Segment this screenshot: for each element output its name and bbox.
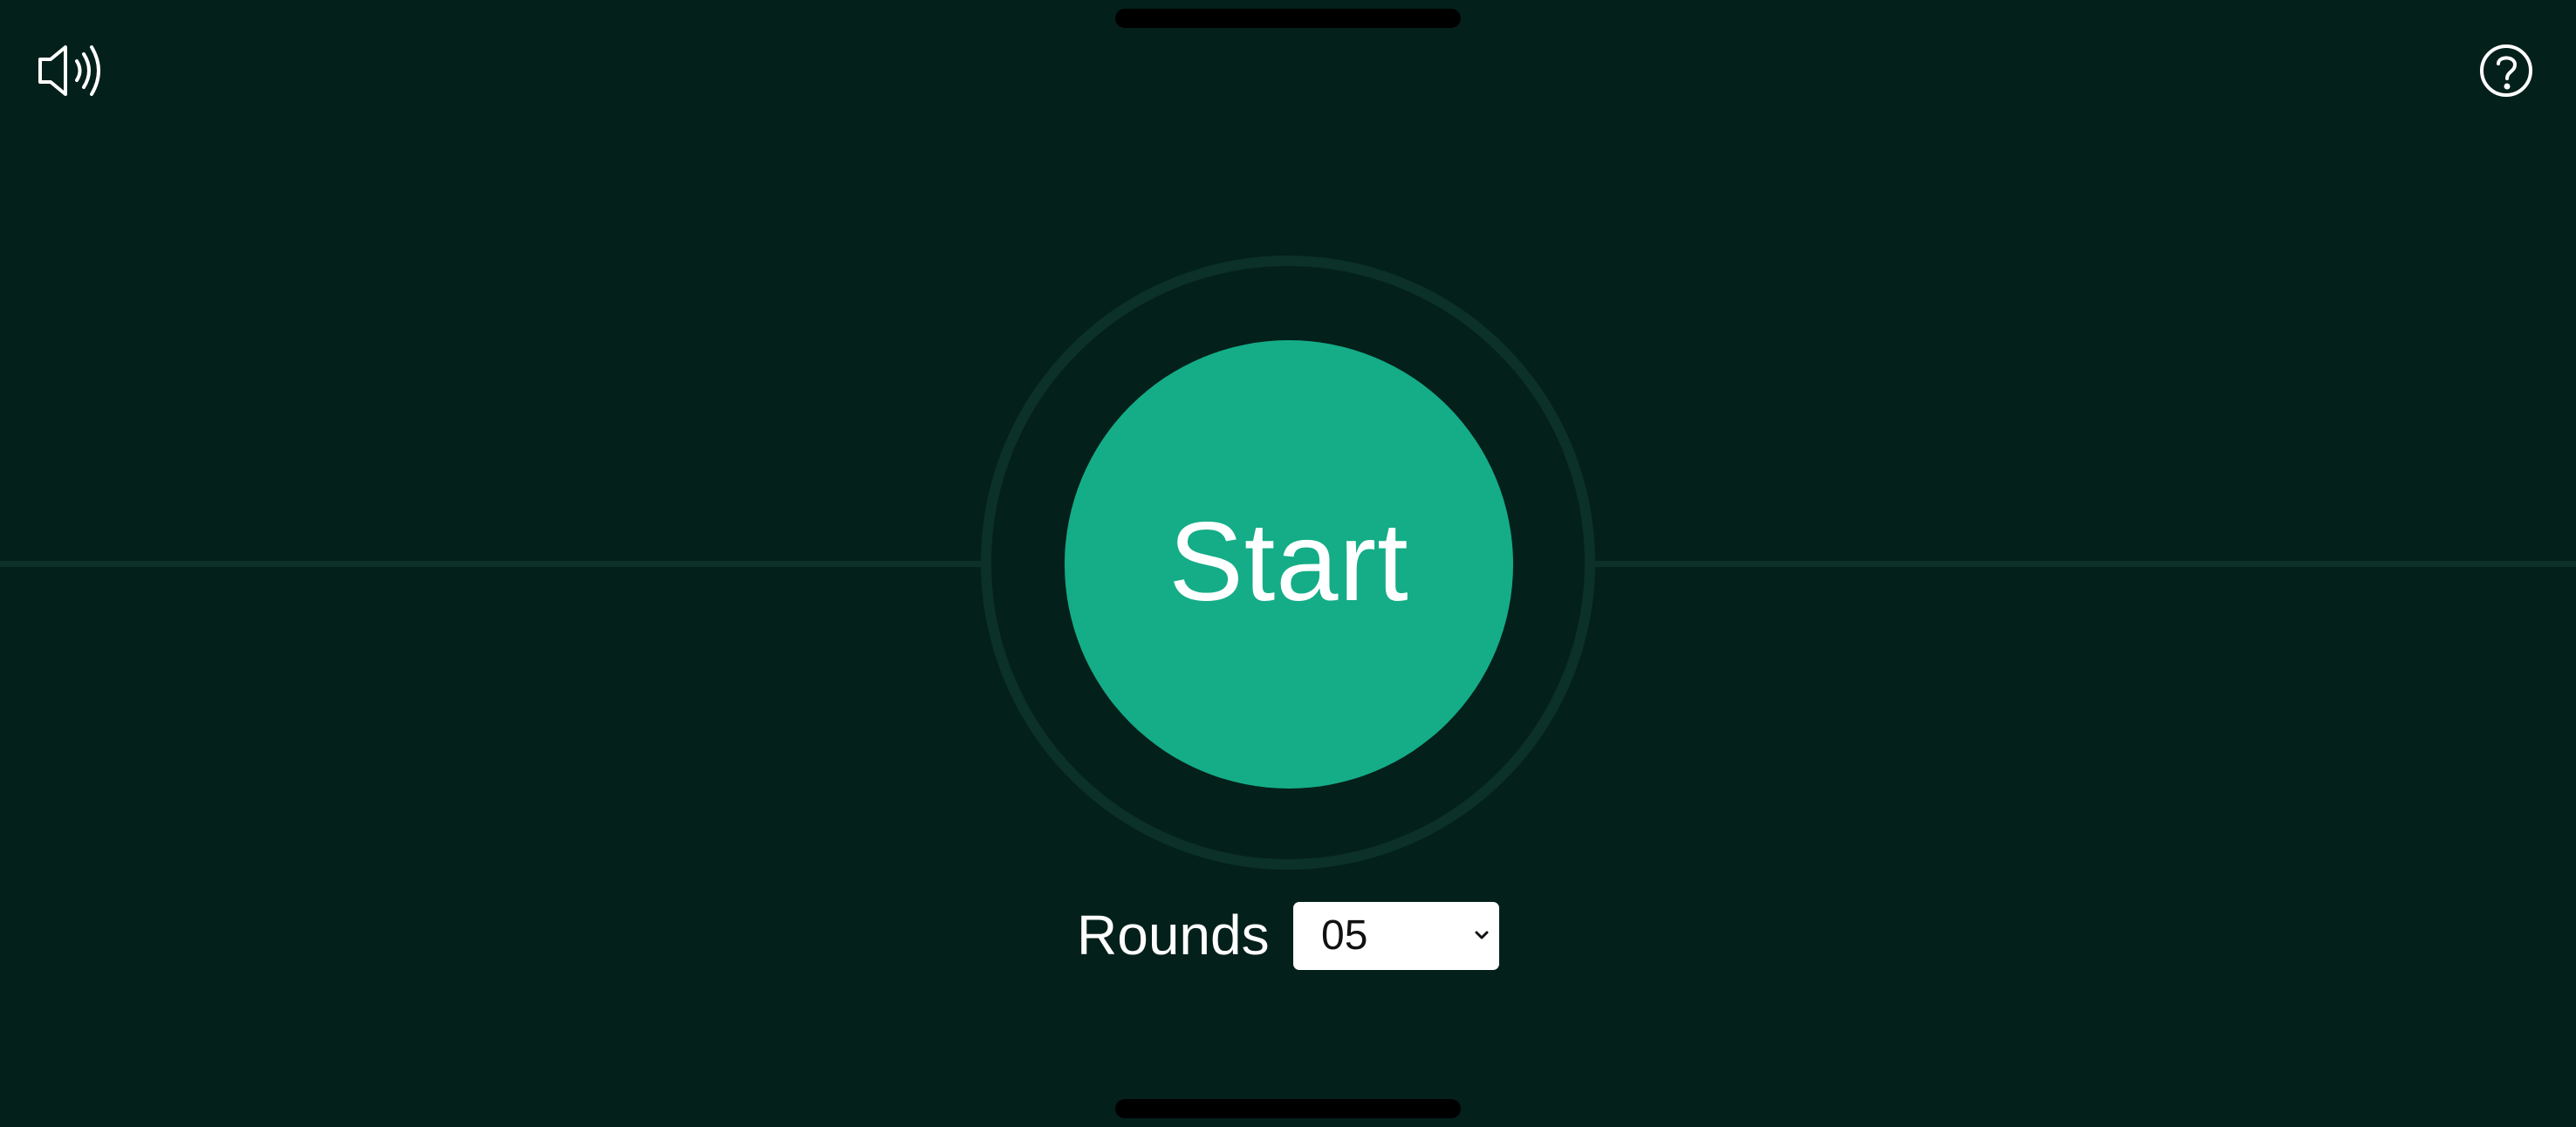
game-screen: Start Rounds 05 <box>0 0 2576 1127</box>
top-notch <box>1115 9 1461 28</box>
start-button[interactable]: Start <box>1065 340 1513 789</box>
right-center-line <box>1593 561 2576 567</box>
question-mark-icon <box>2480 44 2532 97</box>
rounds-selected-value: 05 <box>1321 912 1368 959</box>
speaker-volume-icon <box>38 45 100 96</box>
rounds-label: Rounds <box>1077 904 1270 966</box>
chevron-down-icon <box>1475 931 1489 939</box>
help-button[interactable] <box>2475 42 2538 99</box>
start-label: Start <box>1168 499 1409 625</box>
sound-button[interactable] <box>33 42 103 99</box>
left-center-line <box>0 561 984 567</box>
bottom-notch <box>1115 1099 1461 1118</box>
rounds-select[interactable]: 05 <box>1293 902 1499 970</box>
